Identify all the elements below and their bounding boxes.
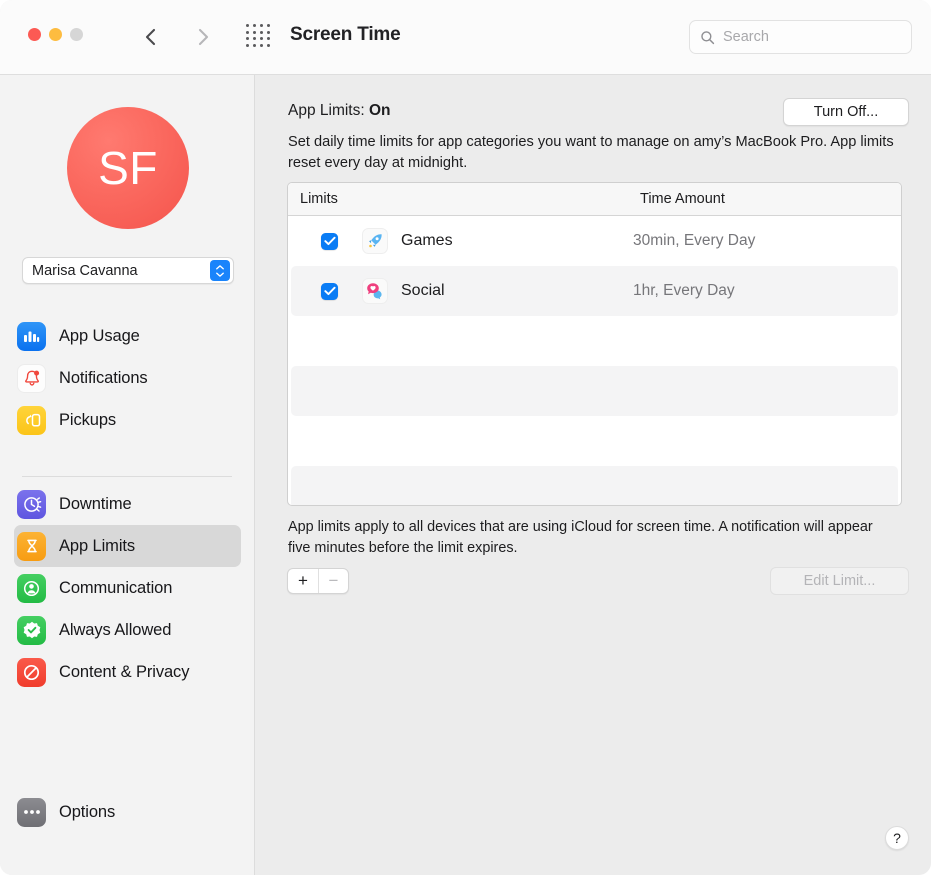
sidebar-item-label: Communication bbox=[59, 578, 173, 597]
app-grid-icon[interactable] bbox=[246, 24, 274, 50]
table-row-empty bbox=[291, 316, 898, 366]
sidebar-item-downtime[interactable]: Downtime bbox=[14, 483, 241, 525]
table-row[interactable]: Social 1hr, Every Day bbox=[291, 266, 898, 316]
user-popup-label: Marisa Cavanna bbox=[32, 262, 138, 279]
forward-button[interactable] bbox=[190, 22, 216, 52]
bar-chart-icon bbox=[17, 321, 46, 351]
search-input[interactable] bbox=[723, 29, 903, 45]
sidebar-item-app-limits[interactable]: App Limits bbox=[14, 525, 241, 567]
sidebar: SF Marisa Cavanna App Usage Notification… bbox=[0, 75, 255, 875]
search-icon bbox=[701, 30, 715, 44]
sidebar-item-options[interactable]: Options bbox=[14, 791, 241, 833]
row-name: Games bbox=[401, 232, 453, 249]
sidebar-divider bbox=[22, 476, 232, 477]
remove-limit-button[interactable]: − bbox=[317, 569, 348, 593]
row-name: Social bbox=[401, 282, 445, 299]
checkmark-seal-icon bbox=[17, 615, 46, 645]
sidebar-item-label: Options bbox=[59, 802, 116, 821]
row-checkbox[interactable] bbox=[321, 232, 338, 250]
checkmark-icon bbox=[323, 236, 336, 246]
limits-table[interactable]: Limits Time Amount Games 30min, Every Da… bbox=[287, 182, 902, 506]
sidebar-item-app-usage[interactable]: App Usage bbox=[14, 315, 241, 357]
pickup-phone-icon bbox=[17, 405, 46, 435]
sidebar-group-options: Options bbox=[0, 791, 255, 833]
column-header-limits[interactable]: Limits bbox=[300, 191, 640, 207]
sidebar-group-limits: Downtime App Limits Communication Always… bbox=[0, 483, 255, 693]
sidebar-item-label: Downtime bbox=[59, 494, 132, 513]
minimize-button[interactable] bbox=[49, 28, 62, 41]
page-title: Screen Time bbox=[290, 24, 401, 45]
back-button[interactable] bbox=[138, 22, 164, 52]
row-time-amount: 30min, Every Day bbox=[633, 232, 756, 249]
help-button[interactable]: ? bbox=[885, 826, 909, 850]
table-header-row: Limits Time Amount bbox=[288, 183, 901, 216]
up-down-chevron-icon[interactable] bbox=[210, 260, 230, 281]
traffic-lights bbox=[28, 28, 83, 41]
sidebar-item-label: Pickups bbox=[59, 410, 117, 429]
chevron-left-icon bbox=[145, 28, 156, 46]
sidebar-group-usage: App Usage Notifications Pickups bbox=[0, 315, 255, 441]
search-field[interactable] bbox=[689, 20, 912, 54]
table-row[interactable]: Games 30min, Every Day bbox=[291, 216, 898, 266]
bell-badge-icon bbox=[17, 363, 46, 393]
table-row-empty bbox=[291, 416, 898, 466]
turn-off-button[interactable]: Turn Off... bbox=[783, 98, 909, 126]
table-row-empty bbox=[291, 366, 898, 416]
app-limits-status-prefix: App Limits: bbox=[288, 102, 365, 119]
window-titlebar: Screen Time bbox=[0, 0, 931, 75]
sidebar-item-communication[interactable]: Communication bbox=[14, 567, 241, 609]
avatar: SF bbox=[67, 107, 189, 229]
app-limits-description: Set daily time limits for app categories… bbox=[288, 134, 894, 171]
ellipsis-icon bbox=[17, 797, 46, 827]
checkmark-icon bbox=[323, 286, 336, 296]
edit-limit-button[interactable]: Edit Limit... bbox=[770, 567, 909, 595]
sidebar-item-label: Always Allowed bbox=[59, 620, 172, 639]
table-row-empty bbox=[291, 466, 898, 505]
sidebar-item-notifications[interactable]: Notifications bbox=[14, 357, 241, 399]
sidebar-item-content-privacy[interactable]: Content & Privacy bbox=[14, 651, 241, 693]
zoom-button[interactable] bbox=[70, 28, 83, 41]
clock-moon-icon bbox=[17, 489, 46, 519]
close-button[interactable] bbox=[28, 28, 41, 41]
sidebar-item-label: App Limits bbox=[59, 536, 136, 555]
no-entry-icon bbox=[17, 657, 46, 687]
person-circle-icon bbox=[17, 573, 46, 603]
sidebar-item-label: Notifications bbox=[59, 368, 148, 387]
user-popup-button[interactable]: Marisa Cavanna bbox=[22, 257, 234, 284]
sidebar-item-label: App Usage bbox=[59, 326, 140, 345]
sidebar-item-pickups[interactable]: Pickups bbox=[14, 399, 241, 441]
app-limits-footnote: App limits apply to all devices that are… bbox=[288, 519, 873, 556]
sidebar-item-always-allowed[interactable]: Always Allowed bbox=[14, 609, 241, 651]
avatar-initials: SF bbox=[98, 142, 158, 194]
screen-time-window: Screen Time SF Marisa Cavanna bbox=[0, 0, 931, 875]
app-limits-status: App Limits: On bbox=[288, 102, 391, 120]
sidebar-item-label: Content & Privacy bbox=[59, 662, 190, 681]
rocket-app-icon bbox=[362, 228, 388, 254]
chevron-right-icon bbox=[198, 28, 209, 46]
main-content: App Limits: On Turn Off... Set daily tim… bbox=[255, 75, 931, 875]
column-header-time-amount[interactable]: Time Amount bbox=[640, 191, 725, 207]
row-checkbox[interactable] bbox=[321, 282, 338, 300]
hourglass-icon bbox=[17, 531, 46, 561]
add-remove-segmented-control[interactable]: + − bbox=[287, 568, 349, 594]
social-chat-icon bbox=[362, 278, 388, 304]
add-limit-button[interactable]: + bbox=[288, 569, 318, 593]
row-time-amount: 1hr, Every Day bbox=[633, 282, 735, 299]
app-limits-status-value: On bbox=[368, 102, 391, 119]
